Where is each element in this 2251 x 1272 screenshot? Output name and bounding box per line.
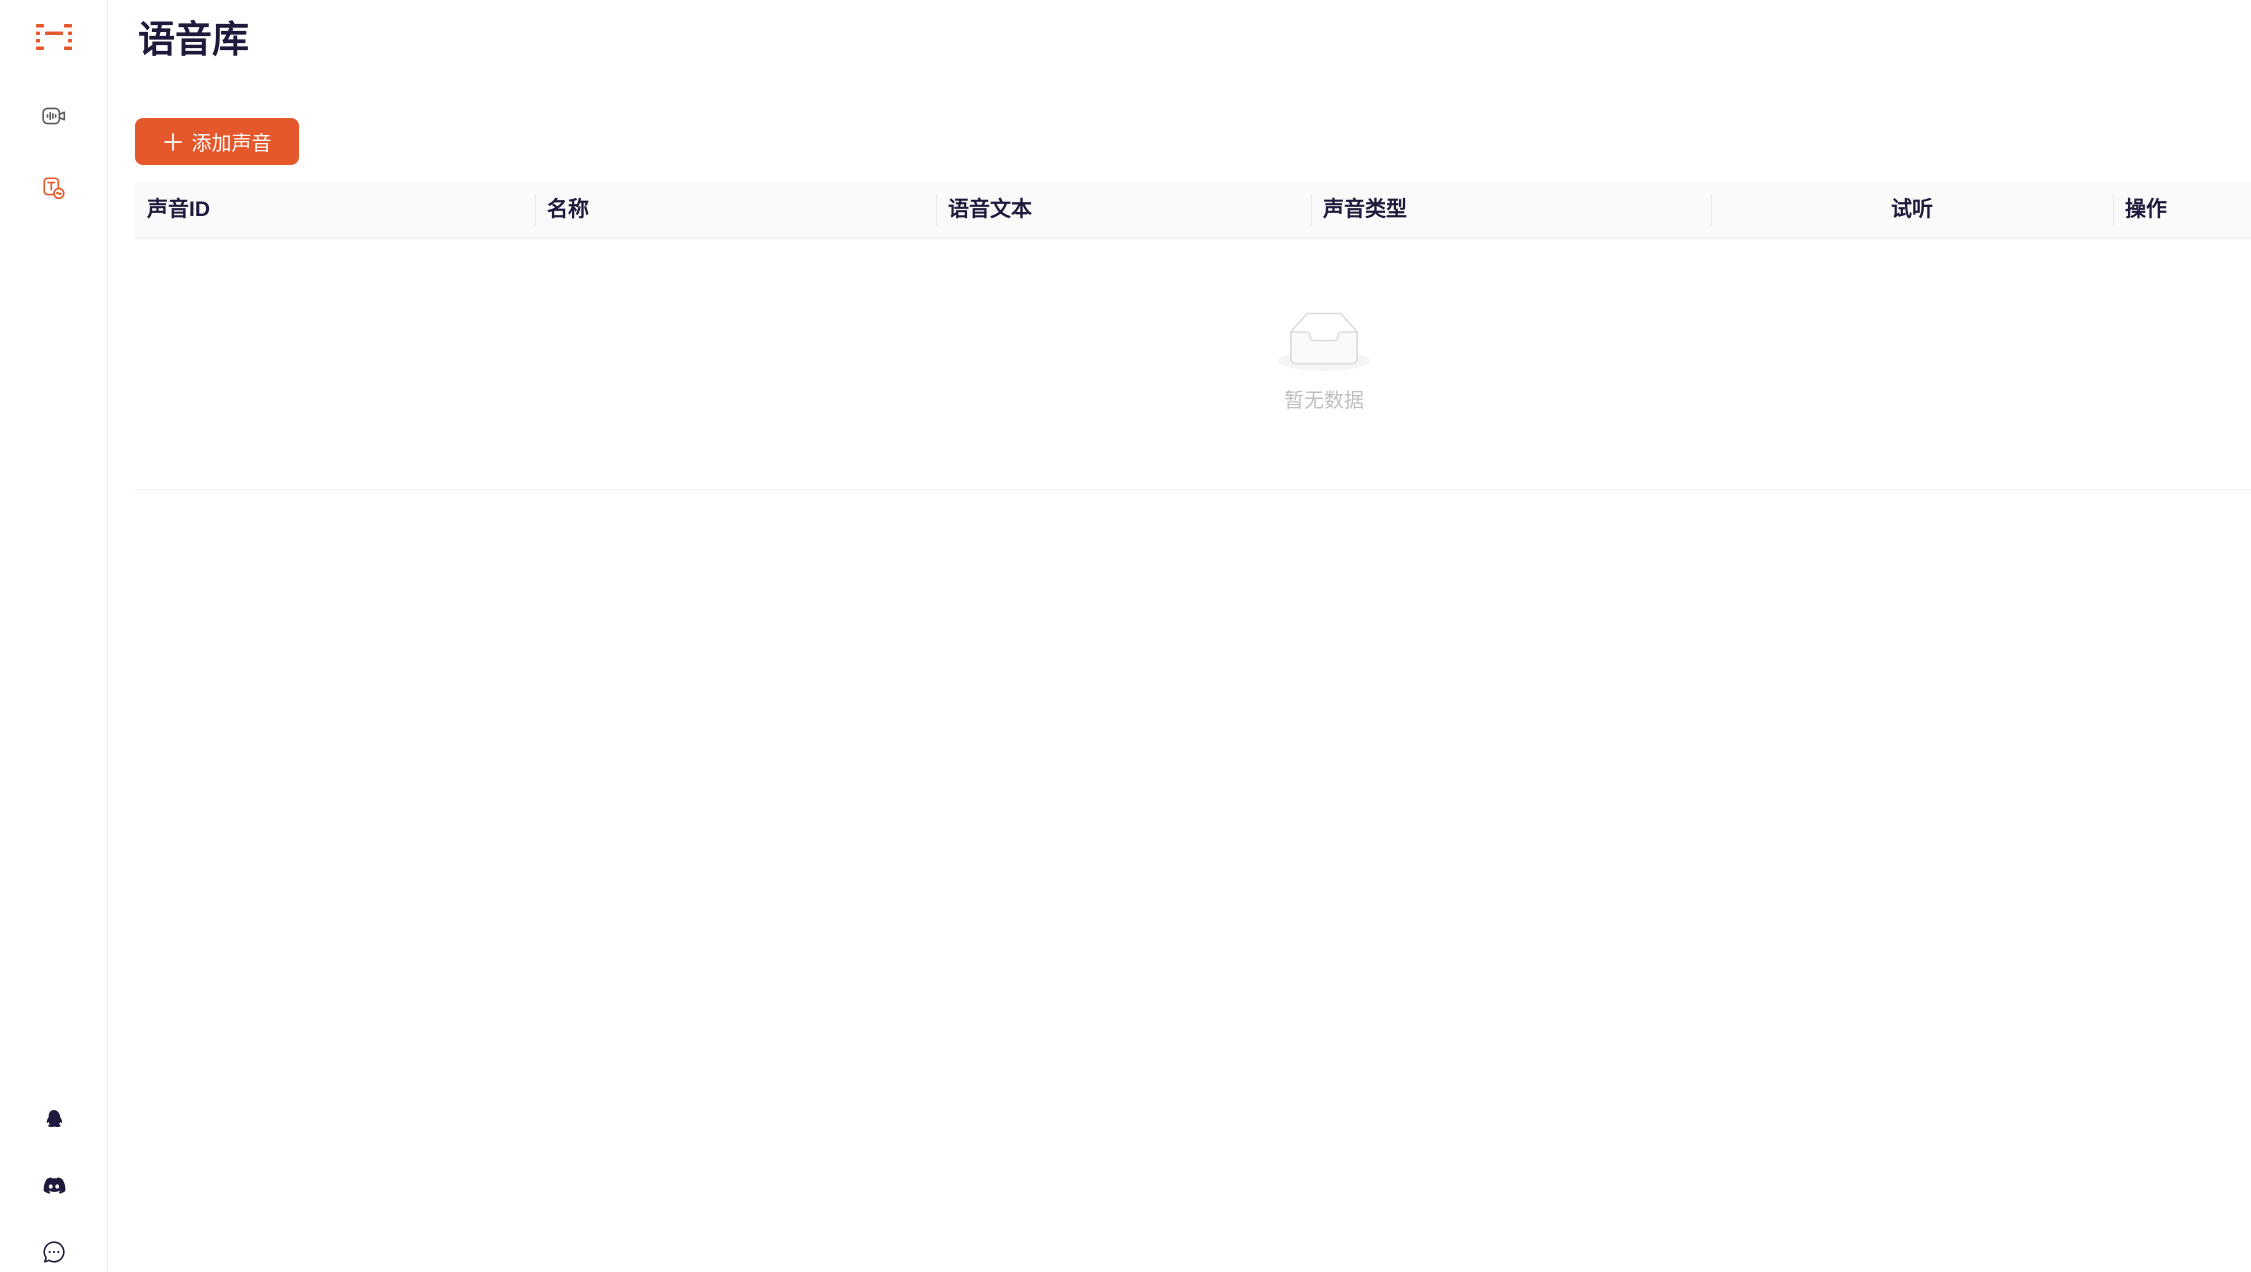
sidebar <box>0 0 108 1272</box>
voice-table: 声音ID 名称 语音文本 声音类型 试听 操作 暂无数据 <box>135 182 2251 490</box>
page-title: 语音库 <box>138 19 249 60</box>
sidebar-item-video[interactable] <box>0 96 107 136</box>
discord-icon <box>43 1177 65 1194</box>
empty-inbox-icon <box>1278 312 1370 371</box>
column-header-voice-text: 语音文本 <box>936 182 1311 238</box>
table-body: 暂无数据 <box>135 239 2251 490</box>
column-header-voice-id: 声音ID <box>147 198 210 221</box>
add-voice-button[interactable]: 添加声音 <box>135 118 299 165</box>
empty-state: 暂无数据 <box>1224 312 1424 415</box>
sidebar-item-voice-library[interactable] <box>0 168 107 208</box>
video-waveform-icon <box>41 107 65 125</box>
column-header-preview: 试听 <box>1711 182 2113 238</box>
column-header-name: 名称 <box>535 182 936 238</box>
text-voice-icon <box>42 177 65 200</box>
discord-link[interactable] <box>0 1166 107 1206</box>
logo[interactable] <box>0 17 107 57</box>
empty-state-text: 暂无数据 <box>1284 390 1364 412</box>
qq-icon <box>46 1110 62 1127</box>
table-header: 声音ID 名称 语音文本 声音类型 试听 操作 <box>135 182 2251 239</box>
column-header-actions: 操作 <box>2113 182 2251 238</box>
add-voice-label: 添加声音 <box>191 133 272 155</box>
column-header-voice-type: 声音类型 <box>1311 182 1711 238</box>
logo-icon <box>35 24 72 50</box>
feedback-link[interactable] <box>0 1232 107 1272</box>
plus-icon <box>163 132 183 152</box>
chat-bubble-icon <box>42 1241 65 1263</box>
qq-link[interactable] <box>0 1100 107 1140</box>
